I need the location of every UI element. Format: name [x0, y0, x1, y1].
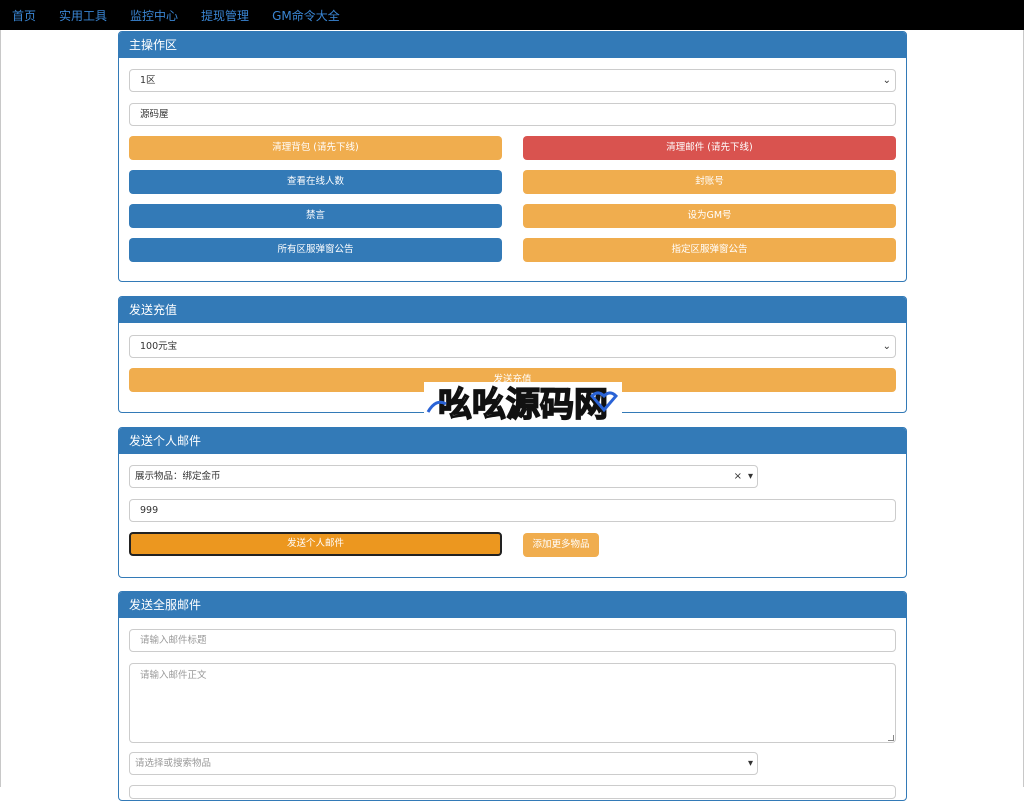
set-gm-button[interactable]: 设为GM号	[523, 204, 896, 228]
all-servers-popup-button[interactable]: 所有区服弹窗公告	[129, 238, 502, 262]
nav-item-monitor[interactable]: 监控中心	[130, 7, 178, 24]
quantity-value: 999	[140, 505, 159, 516]
panel-title: 发送个人邮件	[119, 428, 906, 454]
nav-item-home[interactable]: 首页	[12, 7, 36, 24]
server-popup-button[interactable]: 指定区服弹窗公告	[523, 238, 896, 262]
clear-mail-button[interactable]: 清理邮件 (请先下线)	[523, 136, 896, 160]
watermark-logo: 吆吆源码网 吆吆源码网	[424, 382, 622, 424]
personal-mail-panel: 发送个人邮件 展示物品：绑定金币 × ▾ 999 发送个人邮件 添加更多物品	[118, 427, 907, 578]
item-select[interactable]: 展示物品：绑定金币 × ▾	[129, 465, 758, 488]
mute-button[interactable]: 禁言	[129, 204, 502, 228]
caret-down-icon: ▾	[747, 471, 753, 482]
quantity-input[interactable]: 999	[129, 499, 896, 522]
next-input-partial[interactable]	[129, 785, 896, 799]
player-name-input[interactable]: 源码屋	[129, 103, 896, 126]
main-operation-panel: 主操作区 1区 ⌄ 源码屋 清理背包 (请先下线) 清理邮件 (请先下线) 查看…	[118, 31, 907, 282]
ban-account-button[interactable]: 封账号	[523, 170, 896, 194]
online-count-button[interactable]: 查看在线人数	[129, 170, 502, 194]
nav-item-tools[interactable]: 实用工具	[59, 7, 107, 24]
nav-item-withdraw[interactable]: 提现管理	[201, 7, 249, 24]
caret-down-icon: ▾	[747, 758, 753, 769]
global-item-select[interactable]: 请选择或搜索物品 ▾	[129, 752, 758, 775]
recharge-amount-value: 100元宝	[140, 341, 178, 352]
global-item-placeholder: 请选择或搜索物品	[135, 758, 212, 769]
mail-body-textarea[interactable]: 请输入邮件正文	[129, 663, 896, 743]
nav-item-gm-commands[interactable]: GM命令大全	[272, 7, 340, 24]
top-navbar: 首页 实用工具 监控中心 提现管理 GM命令大全	[0, 0, 1024, 30]
close-icon[interactable]: ×	[734, 466, 742, 487]
recharge-amount-select[interactable]: 100元宝 ⌄	[129, 335, 896, 358]
clear-bag-button[interactable]: 清理背包 (请先下线)	[129, 136, 502, 160]
chevron-down-icon: ⌄	[882, 75, 891, 86]
add-more-items-button[interactable]: 添加更多物品	[523, 533, 599, 557]
server-select-value: 1区	[140, 75, 156, 86]
mail-body-placeholder: 请输入邮件正文	[140, 670, 207, 681]
panel-title: 发送全服邮件	[119, 592, 906, 618]
resize-handle-icon[interactable]	[888, 735, 894, 741]
global-mail-panel: 发送全服邮件 请输入邮件标题 请输入邮件正文 请选择或搜索物品 ▾	[118, 591, 907, 801]
panel-title: 发送充值	[119, 297, 906, 323]
send-personal-mail-button[interactable]: 发送个人邮件	[129, 532, 502, 556]
player-name-value: 源码屋	[140, 109, 169, 120]
mail-subject-input[interactable]: 请输入邮件标题	[129, 629, 896, 652]
item-select-value: 展示物品：绑定金币	[135, 471, 221, 482]
mail-subject-placeholder: 请输入邮件标题	[140, 635, 207, 646]
watermark-text: 吆吆源码网	[438, 385, 608, 424]
chevron-down-icon: ⌄	[882, 341, 891, 352]
panel-title: 主操作区	[119, 32, 906, 58]
server-select[interactable]: 1区 ⌄	[129, 69, 896, 92]
